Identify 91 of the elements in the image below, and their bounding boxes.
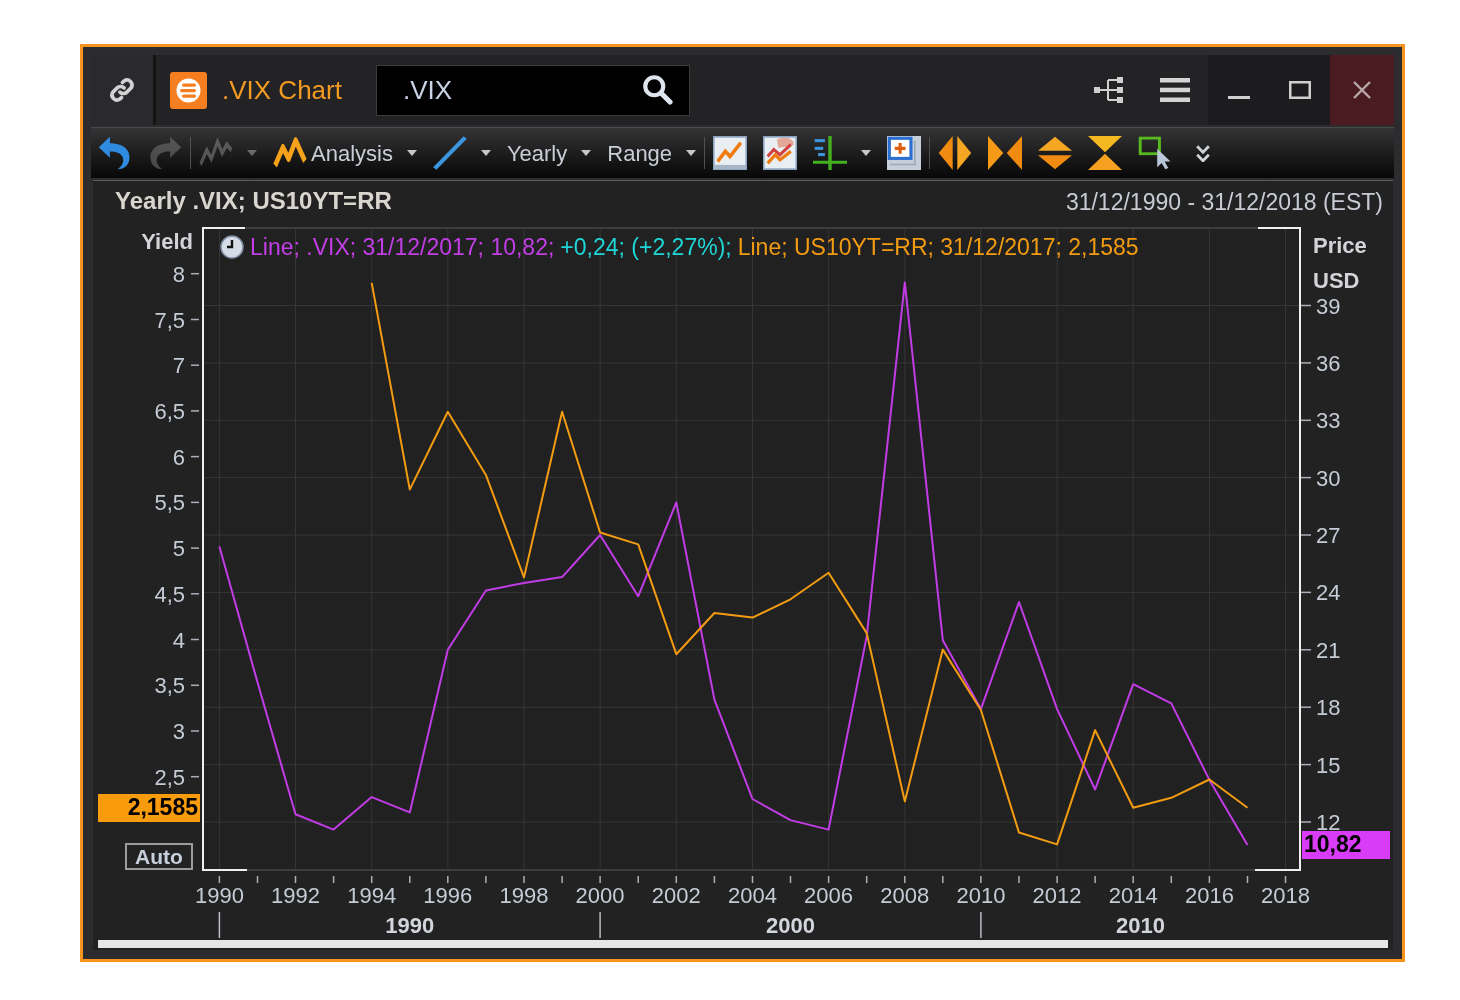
axis-label: 27: [1316, 523, 1341, 548]
axis-label: 2,5: [154, 764, 185, 790]
axis-label: 4,5: [154, 581, 185, 607]
axis-label: 21: [1316, 637, 1341, 663]
zigzag-icon: [273, 136, 307, 170]
axis-label: 1990: [194, 883, 244, 908]
axis-label: 6,5: [154, 398, 185, 424]
diagonal-line-icon: [432, 136, 467, 170]
caret-icon: [406, 150, 417, 156]
axis-label: 2008: [880, 883, 930, 908]
axis-label: 2000: [766, 913, 815, 938]
inward-arrows-icon: [988, 136, 1023, 170]
last-value-badge: 2,1585: [98, 793, 200, 822]
add-frame-button[interactable]: [887, 133, 922, 173]
analysis-dropdown[interactable]: Analysis: [273, 133, 417, 173]
caret-icon: [247, 150, 257, 156]
line-chart-icon: [713, 136, 748, 170]
axis-label: 3,5: [154, 673, 185, 699]
date-range: 31/12/1990 - 31/12/2018 (EST): [1065, 187, 1383, 217]
line-chart-button[interactable]: [713, 133, 748, 173]
axis-label: 39: [1316, 293, 1341, 319]
auto-scale-button[interactable]: Auto: [125, 843, 193, 870]
hierarchy-icon: [1094, 76, 1124, 104]
pan-button[interactable]: [938, 133, 973, 173]
axis-label: 5: [172, 536, 185, 562]
plus-frame-icon: [887, 136, 922, 170]
scrollbar[interactable]: [98, 940, 1388, 948]
axis-label: 7,5: [154, 307, 185, 333]
legend-text: Line; US10YT=RR; 31/12/2017; 2,1585: [737, 234, 1139, 260]
redo-icon: [148, 136, 182, 170]
outward-arrows-icon: [938, 136, 973, 170]
select-box-icon: [1138, 136, 1173, 170]
axis-label: 5,5: [154, 490, 185, 516]
axis-label: 2010: [956, 883, 1006, 908]
chart-heading: Yearly .VIX; US10YT=RR: [115, 186, 392, 216]
caret-icon: [861, 150, 872, 156]
axis-label: 36: [1316, 350, 1341, 376]
hourglass-icon: [1088, 136, 1123, 170]
axis-label: 7: [172, 353, 185, 379]
axis-label: 1996: [423, 883, 473, 908]
axis-title: Price USD: [1313, 232, 1368, 295]
window-title: .VIX Chart: [222, 73, 342, 107]
search-field[interactable]: .VIX: [376, 64, 690, 116]
axis-label: 2010: [1116, 913, 1165, 938]
axis-label: 24: [1316, 580, 1341, 606]
caret-icon: [581, 150, 592, 156]
crosshair-dropdown[interactable]: [813, 133, 872, 173]
vertical-fit-button[interactable]: [1088, 133, 1123, 173]
axis-label: 2012: [1032, 883, 1082, 908]
axis-label: 8: [172, 261, 185, 287]
logo-icon: [170, 71, 207, 109]
axis-title: Yield: [141, 229, 193, 254]
axis-label: 1998: [499, 883, 549, 908]
compare-chart-button[interactable]: [763, 133, 798, 173]
double-chevron-icon: [1196, 144, 1211, 162]
menu-icon: [1160, 78, 1190, 102]
undo-icon: [98, 136, 132, 170]
axis-label: 1990: [385, 913, 435, 938]
axis-label: 2014: [1108, 883, 1158, 908]
crosshair-icon: [813, 136, 848, 170]
range-dropdown[interactable]: Range: [607, 133, 697, 173]
axis-label: 2018: [1261, 883, 1310, 908]
axis-label: 1992: [271, 883, 320, 908]
axis-label: 2016: [1184, 883, 1234, 908]
caret-icon: [686, 150, 697, 156]
axis-label: 2000: [575, 883, 625, 908]
axis-label: 33: [1316, 408, 1341, 434]
clock-icon: [220, 235, 244, 259]
link-icon: [108, 76, 136, 104]
axis-label: 1994: [347, 883, 397, 908]
last-value-badge: 10,82: [1302, 830, 1390, 859]
axis-label: 2004: [728, 883, 777, 908]
axis-label: 4: [172, 627, 185, 653]
caret-icon: [480, 150, 491, 156]
axis-label: 6: [172, 444, 185, 470]
close-icon: [1353, 81, 1371, 99]
axis-label: 15: [1316, 752, 1341, 778]
axis-label: 2002: [651, 883, 701, 908]
minimize-icon: [1228, 95, 1250, 99]
search-icon[interactable]: [643, 75, 673, 105]
axis-label: 2006: [804, 883, 854, 908]
up-down-arrows-icon: [1038, 136, 1073, 170]
axis-label: 18: [1316, 695, 1341, 721]
axis-label: 3: [172, 719, 185, 744]
legend-text: Line; .VIX; 31/12/2017; 10,82;: [250, 234, 555, 260]
draw-line-dropdown[interactable]: [432, 133, 491, 173]
two-line-chart-icon: [763, 136, 798, 170]
legend-text: +0,24; (+2,27%);: [560, 234, 732, 260]
axis-label: 30: [1316, 465, 1341, 491]
maximize-icon: [1289, 81, 1311, 99]
interval-dropdown[interactable]: Yearly: [506, 133, 592, 173]
